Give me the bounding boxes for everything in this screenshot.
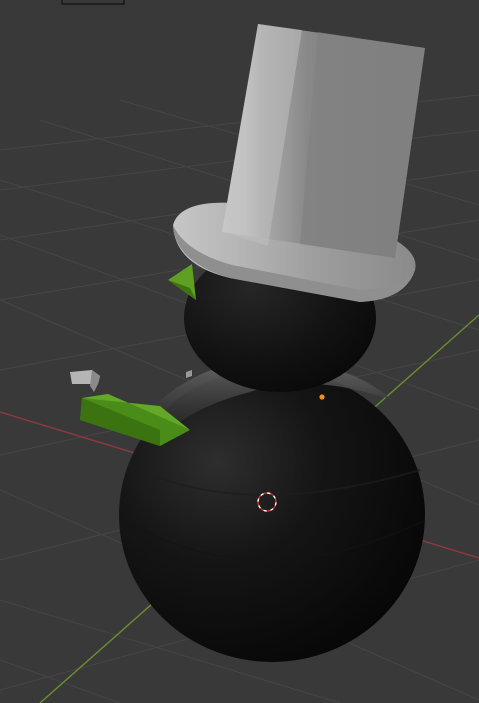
object-origin-dot — [319, 394, 325, 400]
viewport-canvas[interactable] — [0, 0, 479, 703]
3d-viewport[interactable] — [0, 0, 479, 703]
